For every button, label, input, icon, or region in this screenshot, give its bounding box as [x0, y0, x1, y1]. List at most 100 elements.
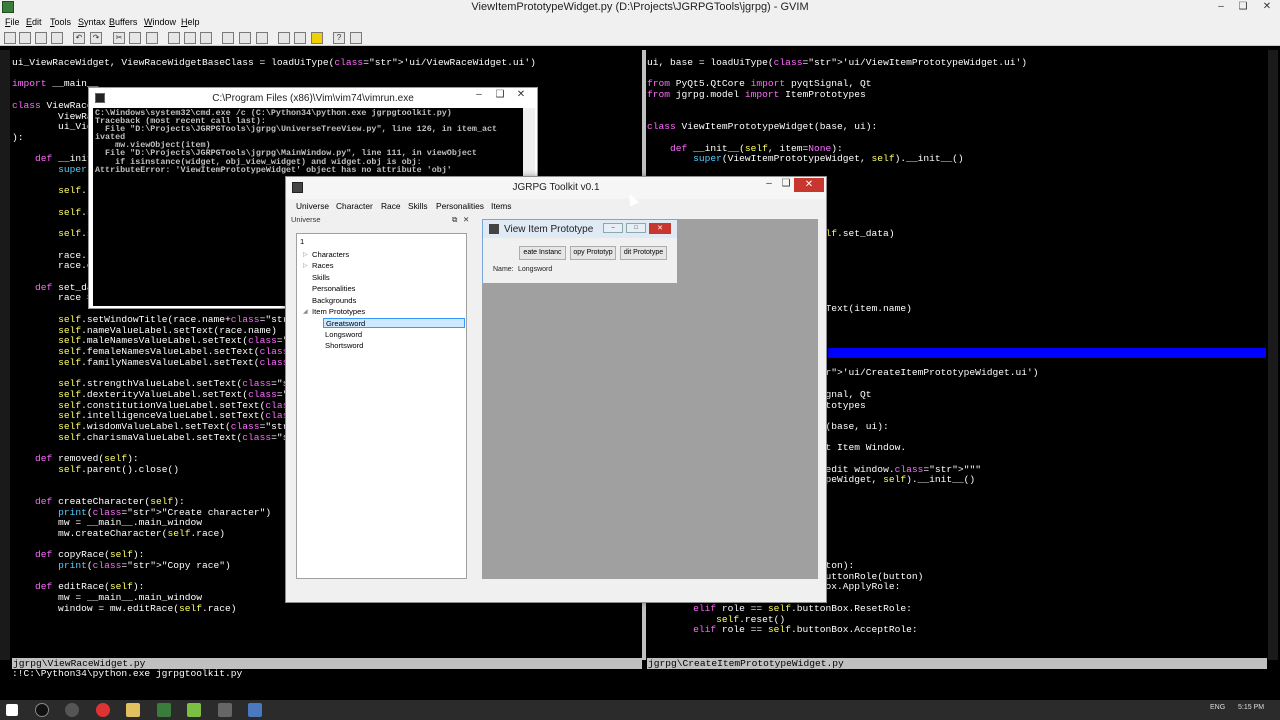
console-taskbar-icon[interactable] — [218, 703, 232, 717]
toolkit-menubar: Universe Character Race Skills Personali… — [286, 199, 826, 213]
start-button-icon[interactable] — [6, 704, 18, 716]
toolkit-maximize-button[interactable]: ❑ — [779, 178, 793, 192]
code-line[interactable]: ui_ViewRaceWidget, ViewRaceWidgetBaseCla… — [12, 58, 642, 69]
menu-help[interactable]: Help — [181, 17, 200, 27]
menu-race[interactable]: Race — [381, 201, 401, 211]
gvim-window-title: ViewItemPrototypeWidget.py (D:\Projects\… — [471, 1, 809, 13]
open-icon[interactable] — [4, 32, 16, 44]
menu-window[interactable]: Window — [144, 17, 176, 27]
help-icon[interactable]: ? — [333, 32, 345, 44]
save-icon[interactable] — [19, 32, 31, 44]
create-instance-button[interactable]: eate Instanc — [519, 246, 566, 260]
tree-child-greatsword[interactable]: Greatsword — [323, 318, 465, 328]
maximize-button[interactable]: ❑ — [1232, 0, 1254, 15]
gvim-taskbar-icon[interactable] — [157, 703, 171, 717]
universe-tree-view[interactable]: 1 ▷ Characters ▷ Races Skills Personalit… — [296, 233, 467, 579]
clock[interactable]: 5:15 PM — [1238, 704, 1264, 711]
file-explorer-icon[interactable] — [126, 703, 140, 717]
chrome-icon[interactable] — [96, 703, 110, 717]
menu-buffers[interactable]: Buffers — [109, 17, 137, 27]
tree-header: 1 — [300, 237, 305, 246]
menu-file[interactable]: File — [5, 17, 20, 27]
tree-item-characters[interactable]: Characters — [312, 250, 349, 260]
find-help-icon[interactable] — [350, 32, 362, 44]
console-maximize-button[interactable]: ❑ — [490, 89, 510, 103]
close-button[interactable]: ✕ — [1256, 0, 1278, 15]
toolkit-close-button[interactable]: ✕ — [794, 178, 824, 192]
replace-icon[interactable] — [168, 32, 180, 44]
save-session-icon[interactable] — [239, 32, 251, 44]
shell-icon[interactable] — [294, 32, 306, 44]
menu-edit[interactable]: Edit — [26, 17, 42, 27]
tree-item-personalities[interactable]: Personalities — [312, 284, 355, 294]
menu-tools[interactable]: Tools — [50, 17, 71, 27]
vim-command-line[interactable]: :!C:\Python34\python.exe jgrpgtoolkit.py — [12, 668, 652, 679]
menu-items[interactable]: Items — [491, 201, 511, 211]
console-close-button[interactable]: ✕ — [511, 89, 531, 103]
cut-icon[interactable]: ✂ — [113, 32, 125, 44]
tag-jump-icon[interactable] — [311, 32, 323, 44]
code-line[interactable]: window = mw.editRace(self.race) — [12, 603, 642, 615]
right-scrollbar[interactable] — [1268, 50, 1278, 660]
code-line[interactable]: from jgrpg.model import ItemPrototypes — [647, 89, 1267, 101]
universe-dock-title: Universe ⧉ ✕ — [291, 215, 473, 226]
windows-taskbar: ENG 5:15 PM — [0, 700, 1280, 720]
dock-close-icon[interactable]: ✕ — [463, 215, 469, 224]
run-script-icon[interactable] — [256, 32, 268, 44]
subwindow-close-button[interactable]: ✕ — [649, 223, 671, 234]
expand-arrow-icon[interactable]: ▷ — [303, 262, 308, 269]
save-all-icon[interactable] — [35, 32, 47, 44]
code-line[interactable]: elif role == self.buttonBox.ResetRole: — [647, 603, 1267, 615]
expand-arrow-icon[interactable]: ▷ — [303, 251, 308, 258]
dock-title-label: Universe — [291, 215, 321, 224]
gvim-title-bar: ViewItemPrototypeWidget.py (D:\Projects\… — [0, 0, 1280, 15]
copy-icon[interactable] — [129, 32, 141, 44]
media-player-icon[interactable] — [65, 703, 79, 717]
obs-icon[interactable] — [35, 703, 49, 717]
load-session-icon[interactable] — [222, 32, 234, 44]
toolkit-minimize-button[interactable]: – — [762, 178, 776, 192]
make-icon[interactable] — [278, 32, 290, 44]
menu-character[interactable]: Character — [336, 201, 373, 211]
notepad-icon[interactable] — [187, 703, 201, 717]
copy-prototype-button[interactable]: opy Prototyp — [570, 246, 616, 260]
code-line[interactable]: class ViewItemPrototypeWidget(base, ui): — [647, 121, 1267, 133]
code-line[interactable]: super(ViewItemPrototypeWidget, self).__i… — [647, 153, 1267, 165]
subwindow-maximize-button[interactable]: □ — [626, 223, 646, 233]
code-line[interactable] — [12, 69, 642, 80]
tree-item-backgrounds[interactable]: Backgrounds — [312, 296, 356, 306]
edit-prototype-button[interactable]: dit Prototype — [620, 246, 667, 260]
tree-child-longsword[interactable]: Longsword — [325, 330, 362, 340]
menu-personalities[interactable]: Personalities — [436, 201, 484, 211]
subwindow-minimize-button[interactable]: – — [603, 223, 623, 233]
code-line[interactable] — [647, 101, 1267, 112]
collapse-arrow-icon[interactable]: ◢ — [303, 308, 308, 315]
find-prev-icon[interactable] — [200, 32, 212, 44]
view-item-prototype-subwindow[interactable]: View Item Prototype – □ ✕ eate Instanc o… — [482, 219, 678, 284]
language-indicator[interactable]: ENG — [1210, 704, 1225, 711]
redo-icon[interactable]: ↷ — [90, 32, 102, 44]
tree-item-skills[interactable]: Skills — [312, 273, 330, 283]
mdi-area[interactable]: View Item Prototype – □ ✕ eate Instanc o… — [482, 219, 818, 579]
python-icon[interactable] — [248, 703, 262, 717]
left-scrollbar[interactable] — [0, 50, 10, 660]
dock-float-icon[interactable]: ⧉ — [452, 215, 457, 225]
gvim-menubar: File Edit Tools Syntax Buffers Window He… — [0, 15, 1280, 30]
undo-icon[interactable]: ↶ — [73, 32, 85, 44]
code-line[interactable]: ui, base = loadUiType(class="str">'ui/Vi… — [647, 58, 1267, 69]
print-icon[interactable] — [51, 32, 63, 44]
paste-icon[interactable] — [146, 32, 158, 44]
console-minimize-button[interactable]: – — [469, 89, 489, 103]
menu-universe[interactable]: Universe — [296, 201, 329, 211]
menu-syntax[interactable]: Syntax — [78, 17, 106, 27]
code-line[interactable]: elif role == self.buttonBox.AcceptRole: — [647, 624, 1267, 636]
name-label: Name: — [493, 266, 514, 273]
subwindow-title: View Item Prototype — [504, 224, 594, 235]
menu-skills[interactable]: Skills — [408, 201, 428, 211]
tree-item-races[interactable]: Races — [312, 261, 334, 271]
tree-item-item-prototypes[interactable]: Item Prototypes — [312, 307, 365, 317]
find-next-icon[interactable] — [184, 32, 196, 44]
minimize-button[interactable]: – — [1210, 0, 1232, 15]
tree-child-shortsword[interactable]: Shortsword — [325, 341, 363, 351]
jgrpg-toolkit-window[interactable]: JGRPG Toolkit v0.1 – ❑ ✕ Universe Charac… — [285, 176, 827, 603]
